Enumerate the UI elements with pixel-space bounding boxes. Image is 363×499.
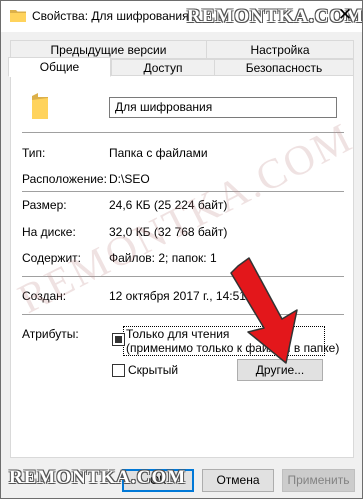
disk-size-value: 32,0 КБ (32 768 байт) — [109, 225, 228, 239]
type-value: Папка с файлами — [109, 146, 208, 160]
created-value: 12 октября 2017 г., 14:51 — [109, 289, 246, 303]
location-label: Расположение: — [22, 172, 107, 186]
apply-button: Применить — [282, 469, 355, 492]
readonly-label: Только для чтения — [126, 327, 230, 341]
tab-general[interactable]: Общие — [8, 57, 111, 77]
size-label: Размер: — [22, 198, 67, 212]
tab-customize[interactable]: Настройка — [206, 40, 354, 59]
size-value: 24,6 КБ (25 224 байт) — [109, 198, 228, 212]
readonly-checkbox[interactable] — [112, 333, 125, 346]
window-title: Свойства: Для шифрования — [32, 9, 189, 23]
divider — [22, 132, 344, 133]
folder-icon — [10, 10, 26, 22]
watermark-text: REMONTKA.COM — [9, 467, 187, 488]
properties-dialog: Свойства: Для шифрования REMONTKA.COM ✕ … — [0, 0, 363, 499]
close-icon[interactable]: ✕ — [336, 5, 354, 25]
tab-sharing[interactable]: Доступ — [111, 59, 215, 76]
disk-size-label: На диске: — [22, 225, 76, 239]
divider — [22, 276, 344, 277]
folder-icon — [32, 93, 48, 119]
created-label: Создан: — [22, 289, 67, 303]
contains-label: Содержит: — [22, 251, 81, 265]
divider — [22, 314, 344, 315]
type-label: Тип: — [22, 146, 46, 160]
contains-value: Файлов: 2; папок: 1 — [109, 251, 217, 265]
general-panel: Для шифрования Тип: Папка с файлами Расп… — [10, 75, 354, 458]
advanced-button[interactable]: Другие... — [237, 359, 323, 381]
cancel-button[interactable]: Отмена — [202, 469, 274, 492]
attributes-label: Атрибуты: — [22, 327, 79, 341]
location-value: D:\SEO — [109, 172, 150, 186]
hidden-checkbox[interactable] — [112, 364, 125, 377]
title-bar[interactable]: Свойства: Для шифрования REMONTKA.COM ✕ — [1, 1, 362, 32]
hidden-label: Скрытый — [128, 363, 179, 377]
divider — [22, 191, 344, 192]
folder-name-field[interactable]: Для шифрования — [109, 97, 337, 118]
readonly-sublabel: (применимо только к файлам в папке) — [126, 341, 340, 355]
tab-security[interactable]: Безопасность — [214, 59, 354, 76]
